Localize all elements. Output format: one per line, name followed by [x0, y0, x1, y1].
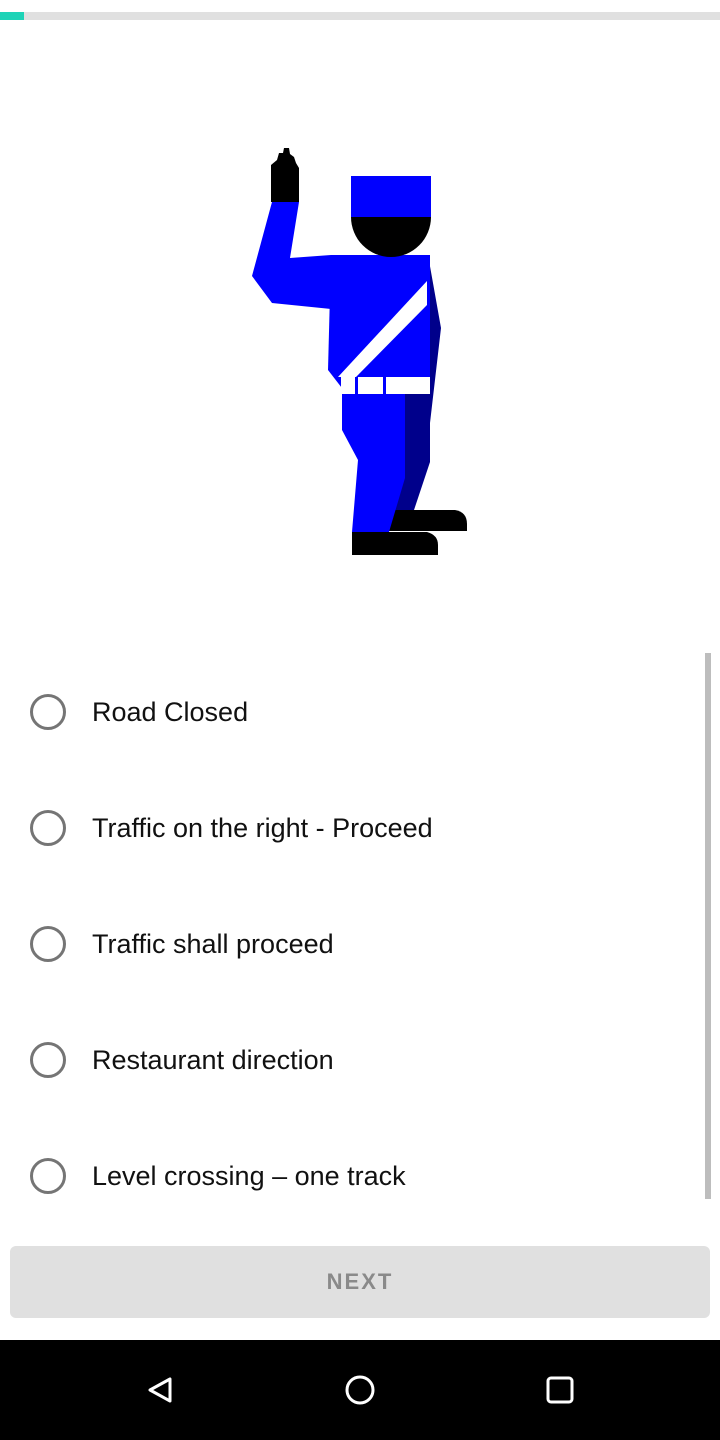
- front-shoe: [352, 532, 438, 555]
- option-label[interactable]: Restaurant direction: [92, 1045, 334, 1076]
- option-label[interactable]: Level crossing – one track: [92, 1161, 406, 1192]
- options-scrollbar[interactable]: [705, 653, 711, 1199]
- cap: [351, 176, 431, 217]
- next-button[interactable]: NEXT: [10, 1246, 710, 1318]
- option-label[interactable]: Road Closed: [92, 697, 248, 728]
- back-shoe: [389, 510, 467, 531]
- answer-options-list[interactable]: Road Closed Traffic on the right - Proce…: [0, 652, 720, 1200]
- progress-bar-fill: [0, 12, 24, 20]
- traffic-police-illustration: [252, 148, 467, 555]
- option-item[interactable]: Traffic on the right - Proceed: [0, 770, 700, 886]
- option-label[interactable]: Traffic on the right - Proceed: [92, 813, 433, 844]
- radio-button-icon[interactable]: [30, 1158, 66, 1194]
- back-triangle-icon[interactable]: [140, 1370, 180, 1410]
- option-label[interactable]: Traffic shall proceed: [92, 929, 334, 960]
- radio-button-icon[interactable]: [30, 1042, 66, 1078]
- system-navigation-bar: [0, 1340, 720, 1440]
- raised-arm: [252, 202, 341, 310]
- radio-button-icon[interactable]: [30, 926, 66, 962]
- face: [351, 217, 431, 257]
- home-circle-icon[interactable]: [340, 1370, 380, 1410]
- option-item[interactable]: Road Closed: [0, 654, 700, 770]
- option-item[interactable]: Traffic shall proceed: [0, 886, 700, 1002]
- option-item[interactable]: Restaurant direction: [0, 1002, 700, 1118]
- radio-button-icon[interactable]: [30, 694, 66, 730]
- radio-button-icon[interactable]: [30, 810, 66, 846]
- progress-bar: [0, 12, 720, 20]
- option-item[interactable]: Level crossing – one track: [0, 1118, 700, 1200]
- raised-hand: [271, 148, 299, 202]
- recents-square-icon[interactable]: [540, 1370, 580, 1410]
- quiz-screen: Road Closed Traffic on the right - Proce…: [0, 0, 720, 1440]
